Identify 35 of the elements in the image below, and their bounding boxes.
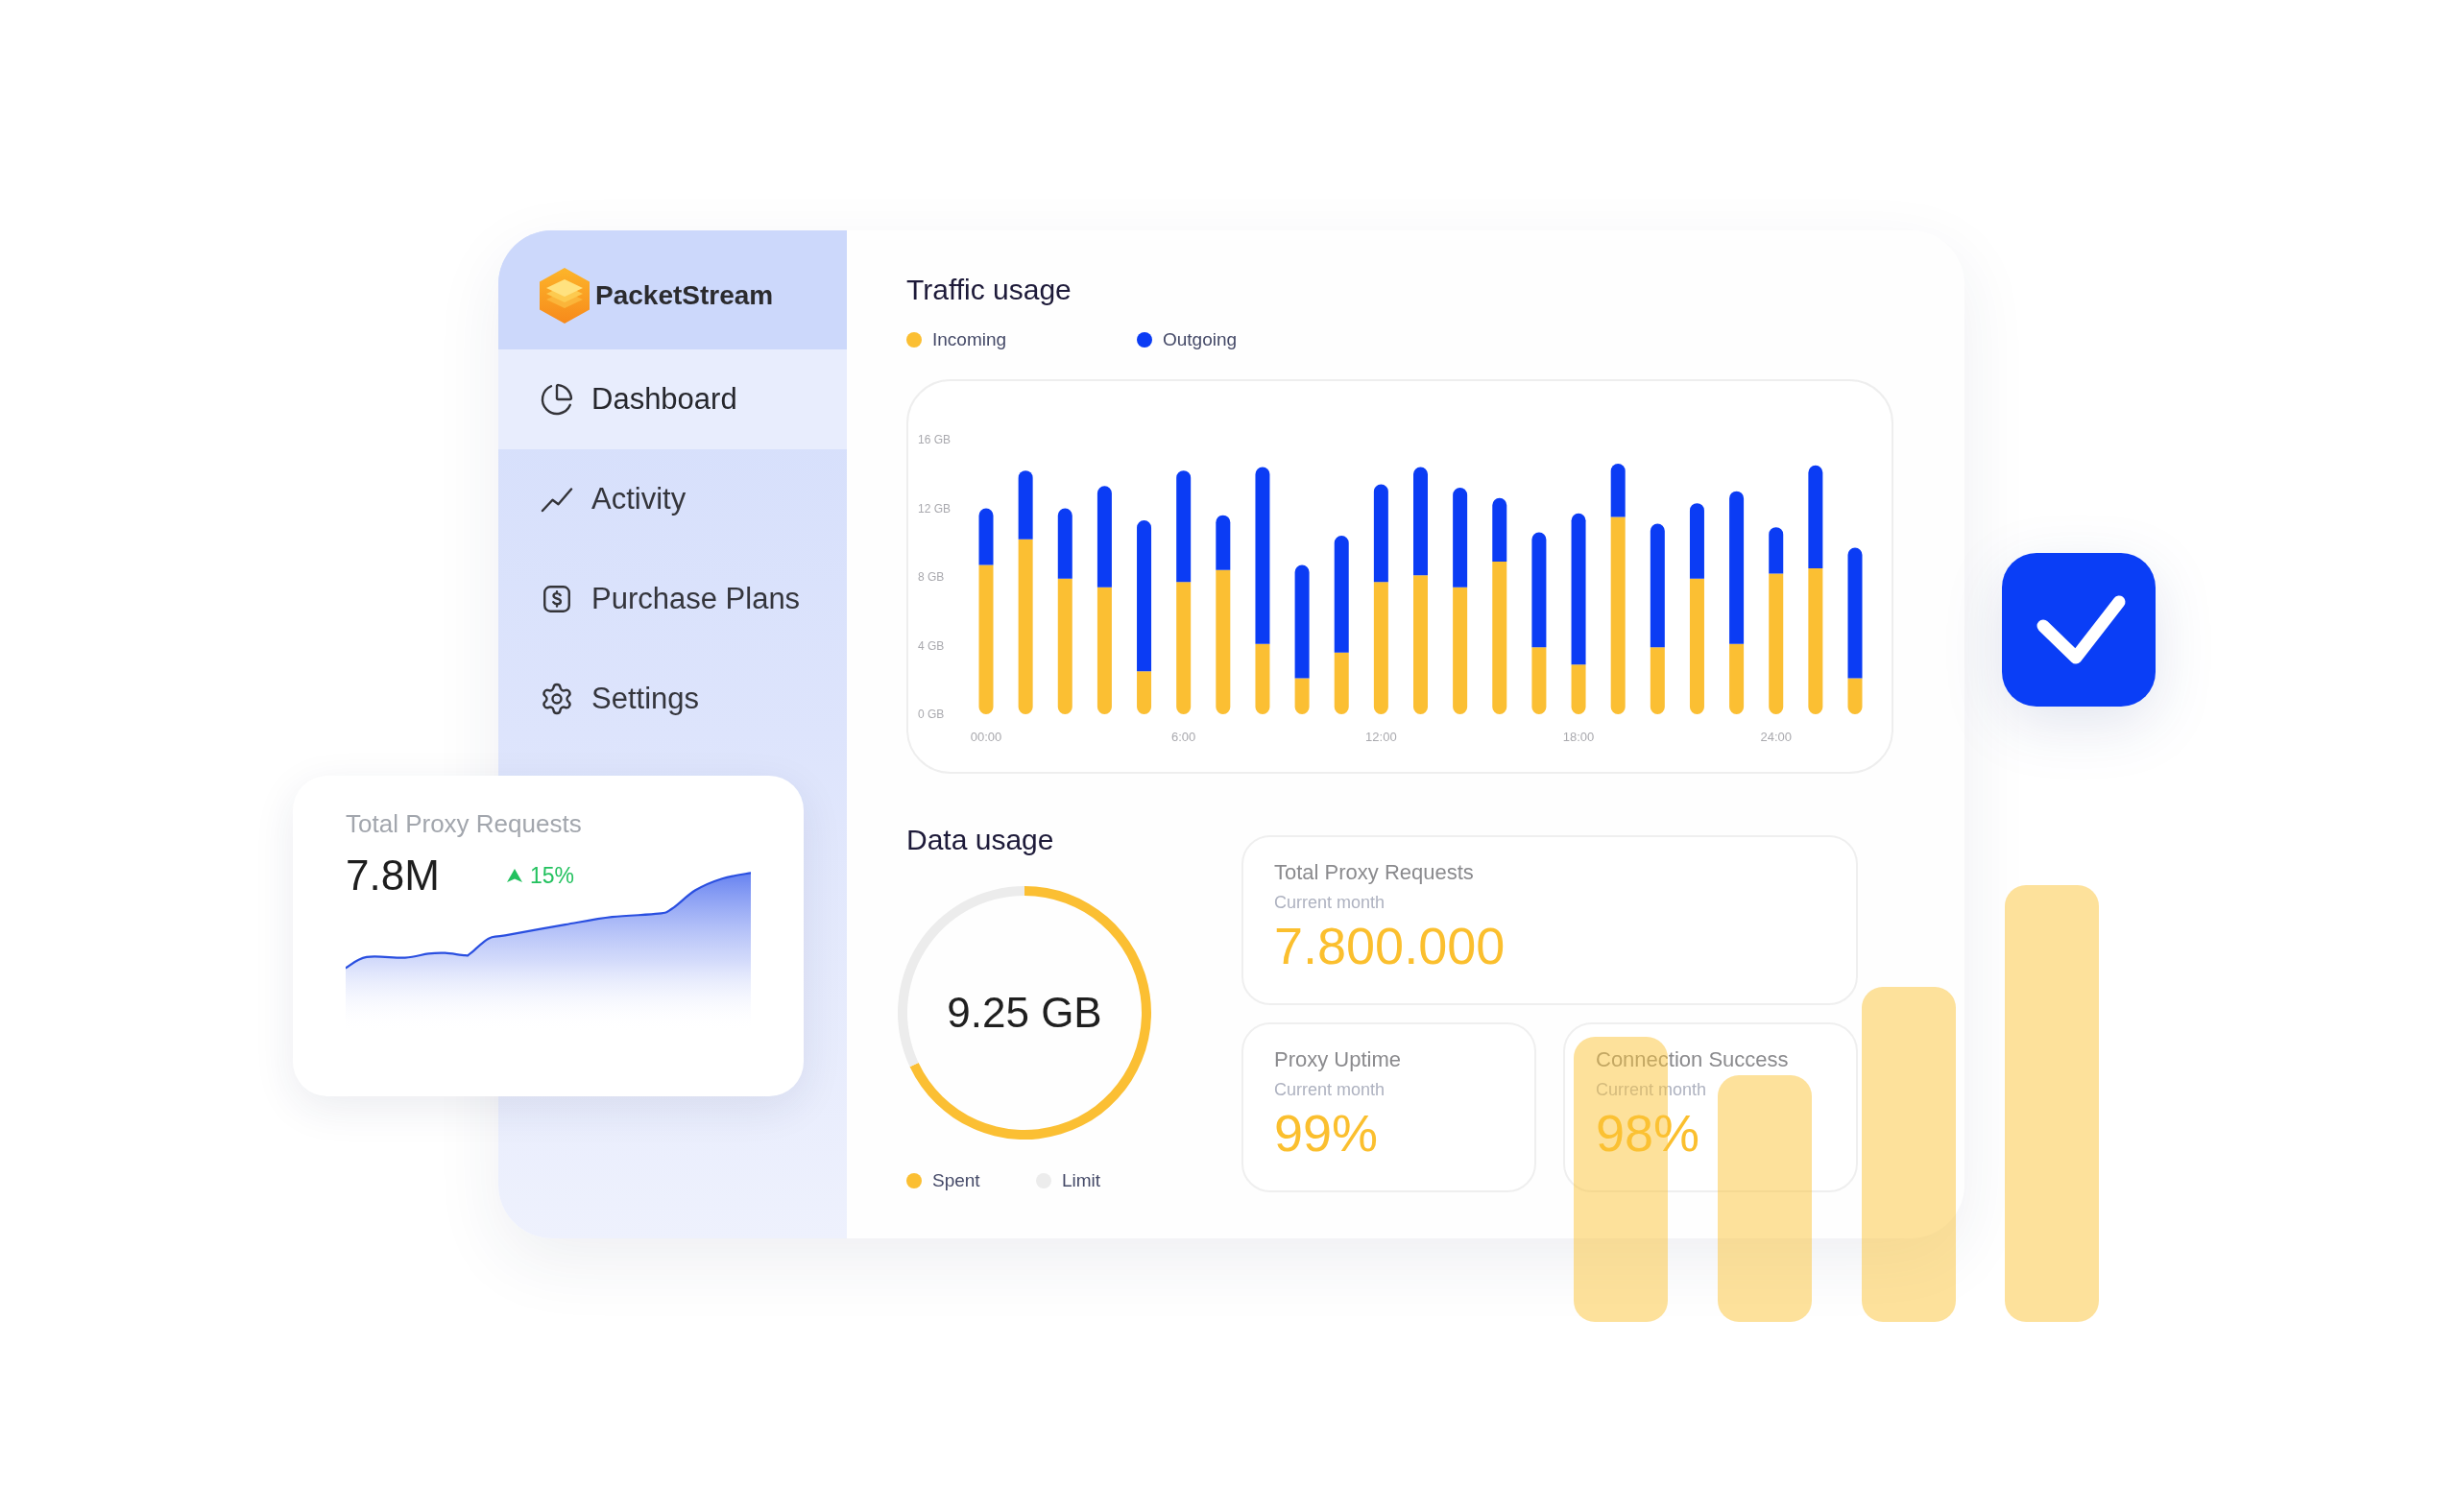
pie-chart-icon (540, 382, 574, 417)
legend-label: Limit (1062, 1170, 1101, 1191)
x-axis-label: 00:00 (970, 730, 1002, 744)
sidebar-item[interactable]: Settings (498, 649, 847, 749)
legend-label: Incoming (932, 329, 1007, 350)
stat-value: 99% (1274, 1104, 1379, 1162)
legend-label: Outgoing (1163, 329, 1238, 350)
brand-name: PacketStream (595, 280, 774, 311)
x-axis-label: 24:00 (1760, 730, 1792, 744)
data-total-value: 9.25 GB (947, 989, 1102, 1037)
sidebar-item[interactable]: Activity (498, 449, 847, 549)
y-axis-label: 8 GB (918, 570, 945, 584)
sidebar-item[interactable]: Dashboard (498, 349, 847, 449)
y-axis-label: 0 GB (918, 708, 945, 721)
stat-value: 7.800.000 (1274, 917, 1506, 974)
summary-title: Total Proxy Requests (346, 809, 582, 838)
section-title: Data usage (906, 823, 1054, 857)
y-axis-label: 16 GB (918, 433, 952, 446)
y-axis-label: 4 GB (918, 638, 945, 653)
change-percent: 15% (530, 862, 575, 889)
y-axis-label: 12 GB (918, 501, 952, 516)
x-axis-label: 12:00 (1365, 730, 1397, 744)
stat-subtitle: Current month (1274, 892, 1386, 913)
legend-label: Spent (932, 1170, 980, 1191)
sidebar-item[interactable]: Purchase Plans (498, 549, 847, 649)
stat-label: Total Proxy Requests (1274, 859, 1474, 886)
summary-value: 7.8M (346, 854, 441, 897)
x-axis-label: 18:00 (1562, 730, 1595, 744)
hexagon-logo-icon (540, 268, 590, 324)
section-title: Traffic usage (906, 273, 1072, 307)
checkmark-icon (2002, 553, 2156, 707)
settings-icon (540, 682, 574, 716)
x-axis-label: 6:00 (1171, 730, 1196, 744)
stat-label: Proxy Uptime (1274, 1046, 1402, 1073)
stat-subtitle: Current month (1274, 1079, 1386, 1100)
